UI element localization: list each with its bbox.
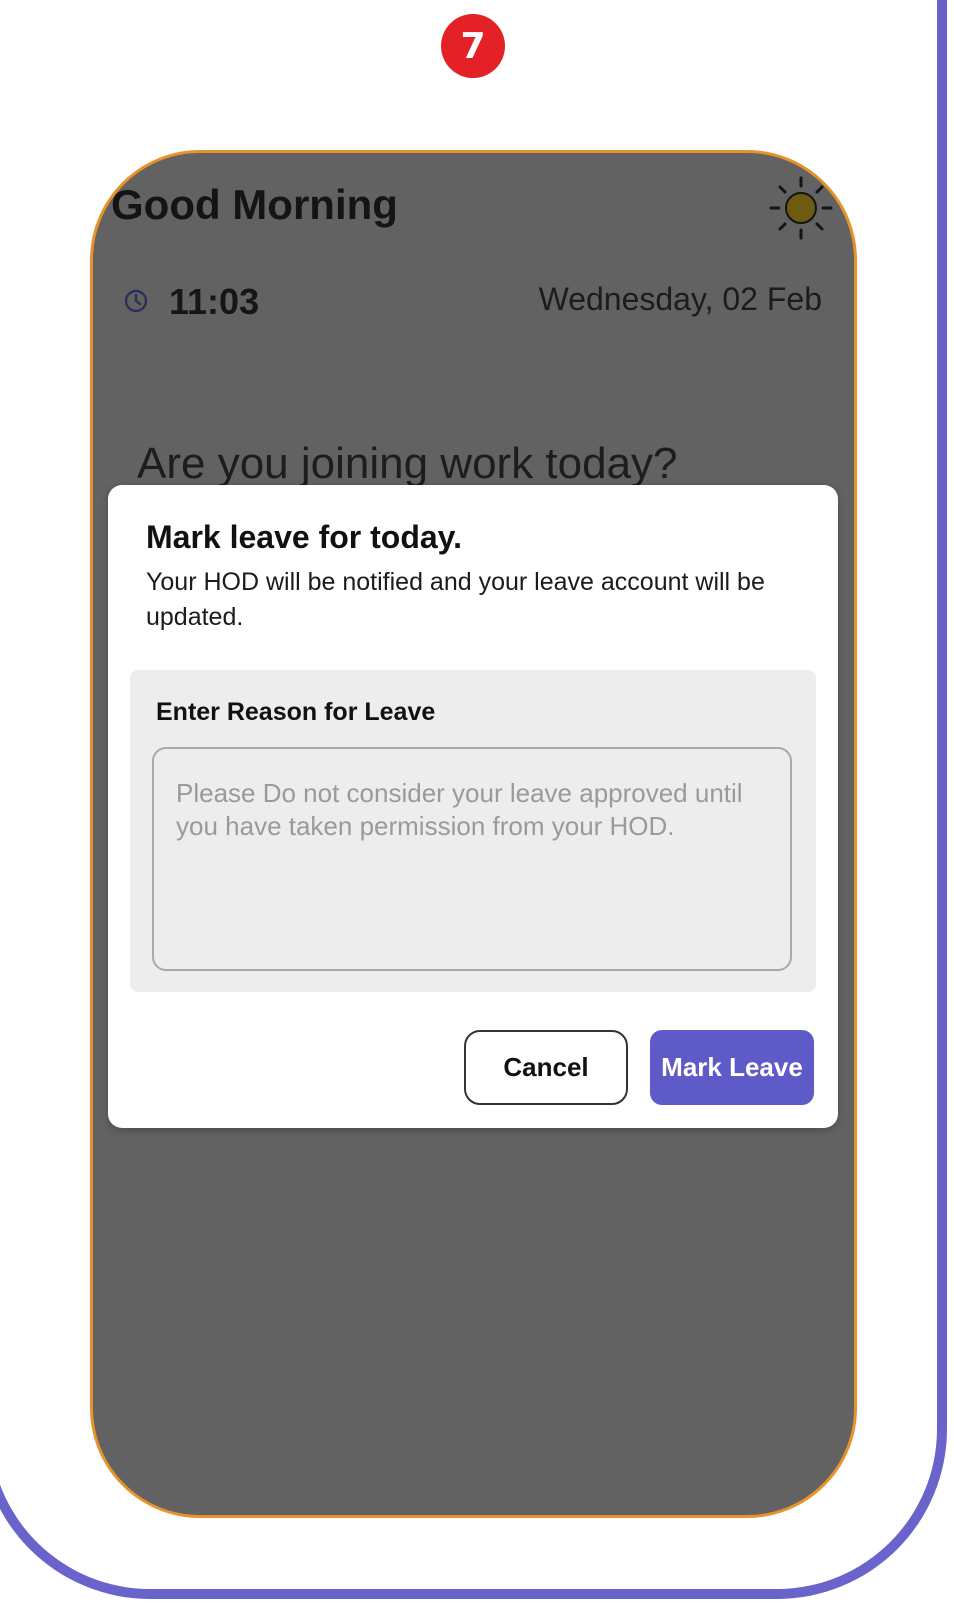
dialog-title: Mark leave for today. [146,519,462,555]
reason-input[interactable] [152,747,792,971]
current-date: Wednesday, 02 Feb [538,281,822,317]
tutorial-page: 7 Good Morning 11:03 Wednesday, 02 Feb A… [0,0,954,1609]
mark-leave-button[interactable]: Mark Leave [650,1030,814,1105]
sun-icon [769,176,833,240]
current-time: 11:03 [169,281,260,322]
reason-panel: Enter Reason for Leave [130,670,816,992]
step-number-badge: 7 [441,14,505,78]
dialog-message: Your HOD will be notified and your leave… [146,568,765,631]
attendance-question: Are you joining work today? [137,439,678,488]
greeting-title: Good Morning [111,181,398,228]
clock-icon [124,289,148,313]
reason-label: Enter Reason for Leave [156,698,436,726]
cancel-button[interactable]: Cancel [464,1030,628,1105]
mark-leave-dialog: Mark leave for today. Your HOD will be n… [108,485,838,1128]
